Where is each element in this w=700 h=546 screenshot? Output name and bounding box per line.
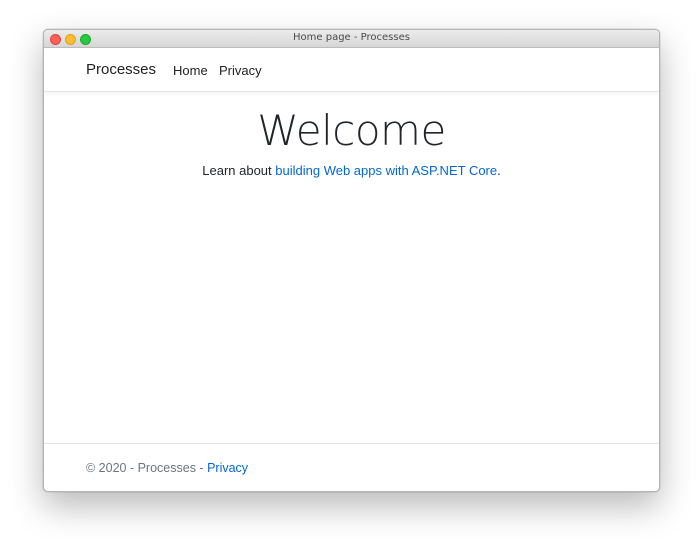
navbar: Processes Home Privacy	[44, 48, 659, 92]
title-bar[interactable]: Home page - Processes	[44, 30, 659, 48]
nav-link-privacy[interactable]: Privacy	[219, 63, 262, 78]
footer-copyright: © 2020 - Processes -	[86, 461, 208, 475]
page-title: Welcome	[257, 106, 446, 155]
footer-privacy-link[interactable]: Privacy	[207, 461, 248, 475]
footer-text: © 2020 - Processes - Privacy	[86, 461, 248, 475]
intro-suffix: .	[497, 163, 501, 178]
window-title: Home page - Processes	[293, 32, 410, 43]
navbar-brand[interactable]: Processes	[86, 61, 156, 78]
footer: © 2020 - Processes - Privacy	[44, 443, 659, 491]
nav-link-home[interactable]: Home	[173, 63, 208, 78]
intro-paragraph: Learn about building Web apps with ASP.N…	[44, 163, 659, 178]
intro-prefix: Learn about	[202, 163, 276, 178]
browser-window: Home page - Processes Processes Home Pri…	[43, 29, 660, 492]
aspnet-docs-link[interactable]: building Web apps with ASP.NET Core	[275, 163, 497, 178]
